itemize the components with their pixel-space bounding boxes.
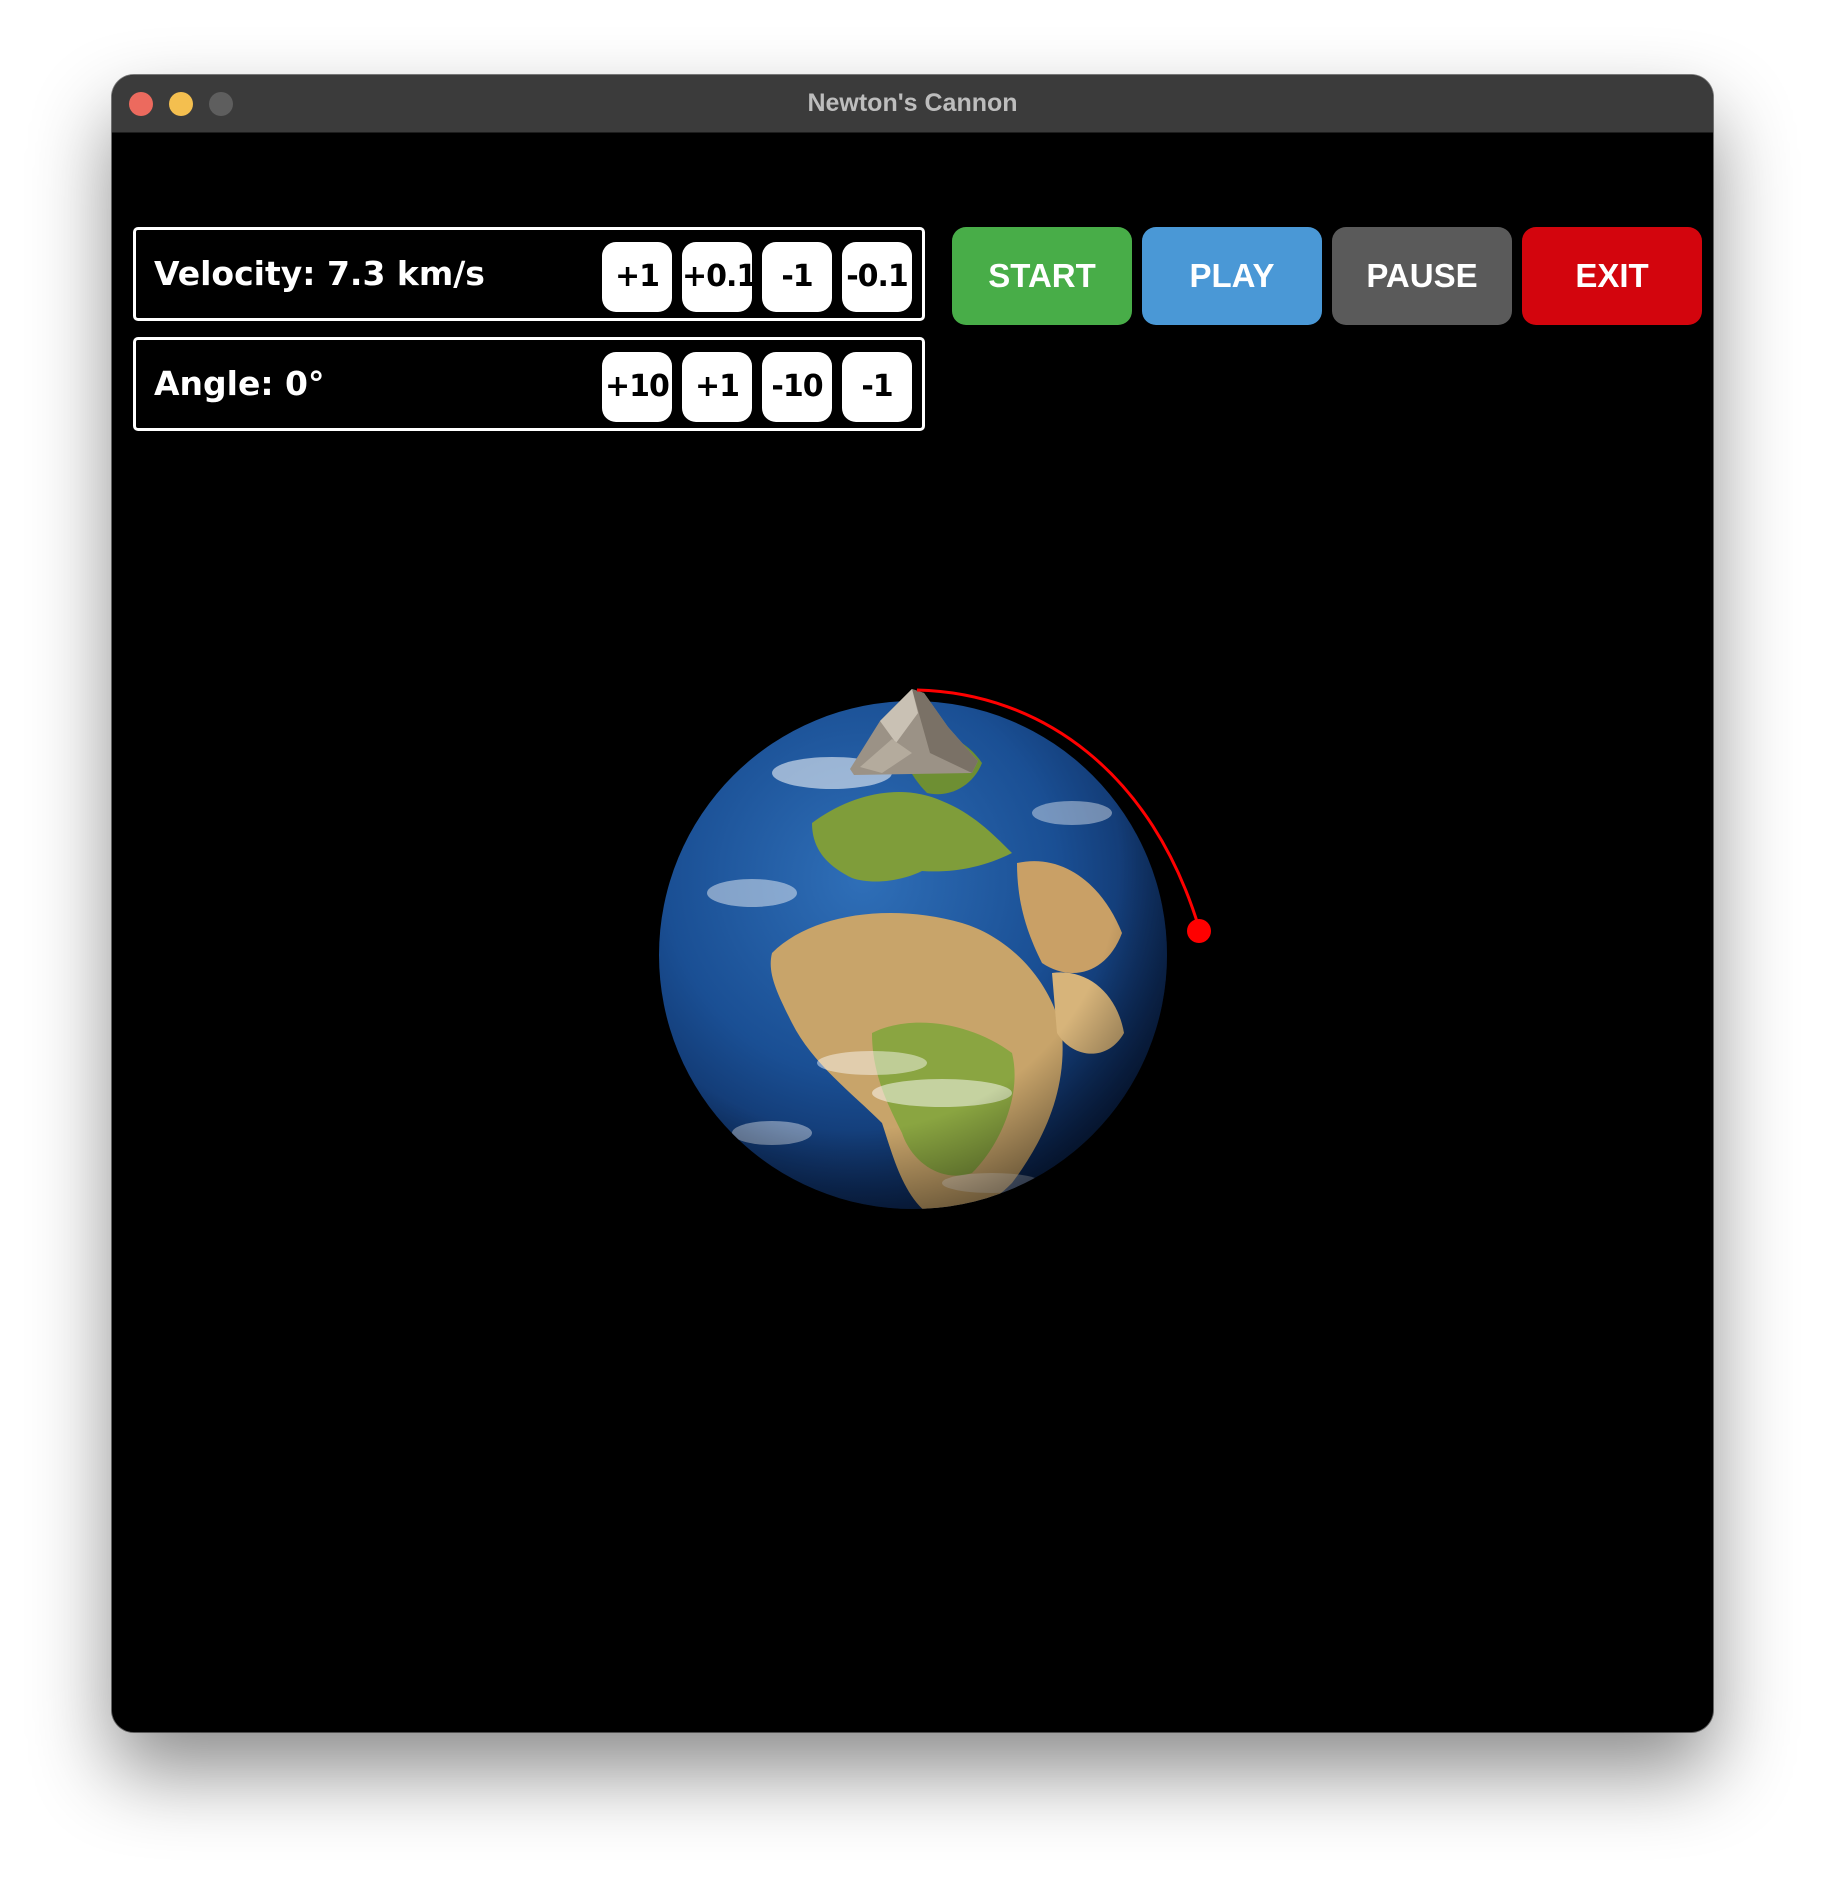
cannonball [1187,919,1211,943]
pause-button[interactable]: PAUSE [1332,227,1512,325]
window-title: Newton's Cannon [807,89,1018,117]
angle-control: Angle: 0° +10 +1 -10 -1 [133,337,925,431]
start-button[interactable]: START [952,227,1132,325]
velocity-plus-0-1-button[interactable]: +0.1 [682,242,757,312]
velocity-plus-1-button[interactable]: +1 [602,242,672,312]
angle-plus-1-button[interactable]: +1 [682,352,752,422]
simulation-canvas: Velocity: 7.3 km/s +1 +0.1 -1 -0.1 Angle… [112,133,1713,1732]
exit-button[interactable]: EXIT [1522,227,1702,325]
play-button[interactable]: PLAY [1142,227,1322,325]
velocity-control: Velocity: 7.3 km/s +1 +0.1 -1 -0.1 [133,227,925,321]
velocity-label: Velocity: 7.3 km/s [154,254,485,293]
velocity-minus-1-button[interactable]: -1 [762,242,832,312]
angle-minus-1-button[interactable]: -1 [842,352,912,422]
velocity-minus-0-1-button[interactable]: -0.1 [842,242,912,312]
earth-icon [659,701,1167,1209]
angle-plus-10-button[interactable]: +10 [602,352,672,422]
title-bar: Newton's Cannon [112,75,1713,133]
angle-label: Angle: 0° [154,364,325,403]
app-window: Newton's Cannon Velocity: 7.3 km/s +1 +0… [112,75,1713,1732]
angle-minus-10-button[interactable]: -10 [762,352,832,422]
